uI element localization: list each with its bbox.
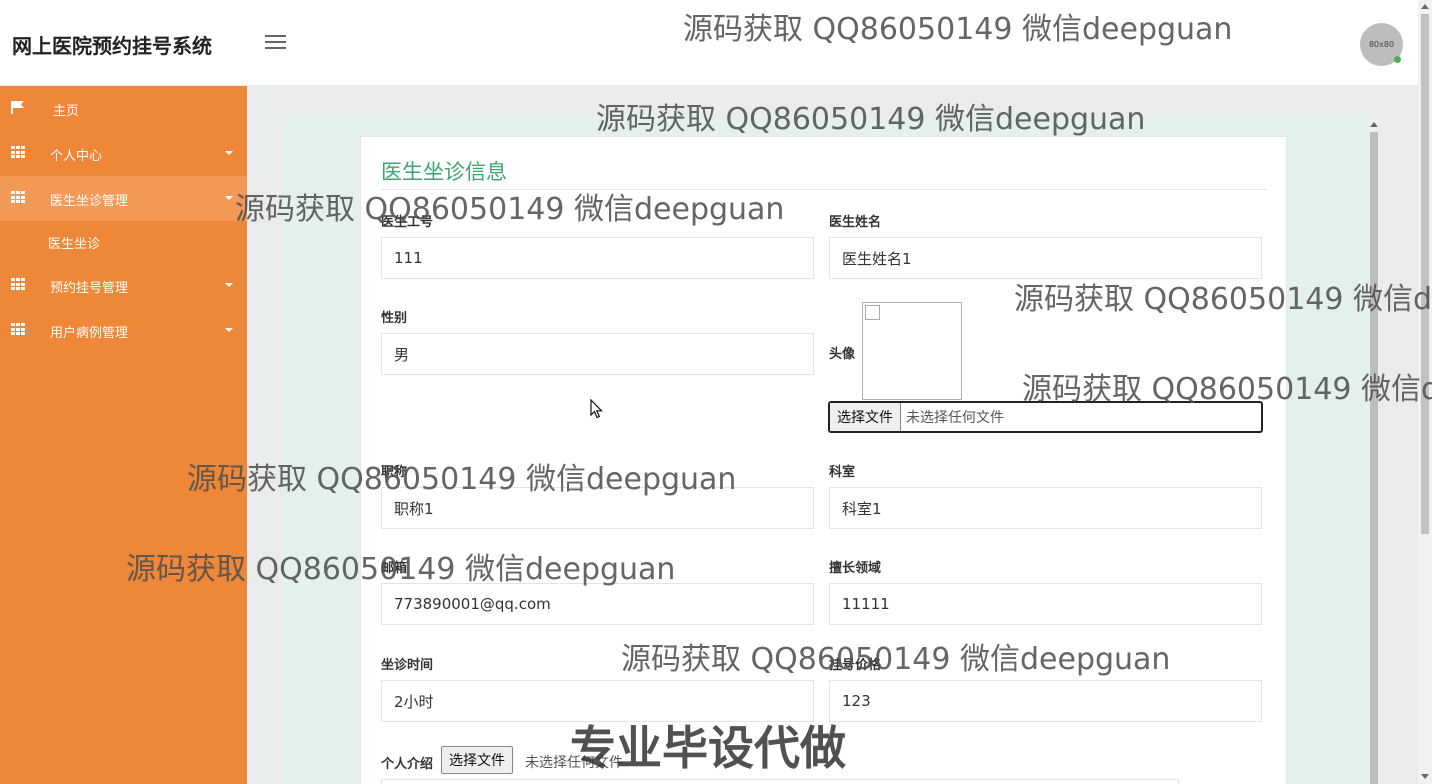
clinic-time-input[interactable] (381, 680, 814, 722)
sidebar-subitem-doctor-clinic[interactable]: 医生坐诊 (0, 221, 247, 263)
doctor-no-label: 医生工号 (381, 215, 434, 230)
doctor-name-label: 医生姓名 (829, 215, 882, 230)
scroll-up-icon[interactable] (1370, 122, 1378, 127)
doctor-no-input[interactable] (381, 237, 814, 279)
page-title: 医生坐诊信息 (381, 160, 507, 184)
choose-file-button[interactable]: 选择文件 (830, 403, 901, 431)
sidebar-item-label: 用户病例管理 (50, 326, 129, 341)
avatar-image-preview (862, 302, 962, 400)
doctor-name-input[interactable] (829, 237, 1262, 279)
chevron-down-icon (225, 196, 233, 200)
price-label: 挂号价格 (829, 658, 882, 673)
price-input[interactable] (829, 680, 1262, 722)
chevron-down-icon (225, 328, 233, 332)
page-scrollbar[interactable] (1418, 0, 1432, 784)
flag-icon (11, 101, 24, 114)
sidebar: 主页 个人中心 医生坐诊管理 医生坐诊 预约挂号管理 用户病例管理 (0, 86, 247, 784)
sidebar-item-personal-center[interactable]: 个人中心 (0, 131, 247, 176)
sidebar-item-home[interactable]: 主页 (0, 86, 247, 131)
sidebar-item-label: 医生坐诊管理 (50, 194, 129, 209)
intro-choose-file-button[interactable]: 选择文件 (441, 746, 513, 774)
avatar-label: 头像 (829, 347, 856, 362)
grid-icon (11, 278, 25, 291)
grid-icon (11, 323, 25, 336)
title-label: 职称 (381, 465, 408, 480)
intro-textarea[interactable] (381, 779, 1179, 784)
sidebar-item-appointment-management[interactable]: 预约挂号管理 (0, 263, 247, 308)
sidebar-item-label: 主页 (53, 104, 80, 119)
broken-image-icon (865, 305, 880, 320)
sidebar-item-label: 预约挂号管理 (50, 281, 129, 296)
online-status-dot (1394, 56, 1401, 63)
sidebar-item-doctor-clinic-management[interactable]: 医生坐诊管理 (0, 176, 247, 221)
email-label: 邮箱 (381, 561, 408, 576)
intro-label: 个人介绍 (381, 757, 434, 772)
file-status-text: 未选择任何文件 (906, 410, 1004, 426)
chevron-down-icon (225, 283, 233, 287)
grid-icon (11, 146, 25, 159)
title-input[interactable] (381, 487, 814, 529)
scroll-up-icon[interactable] (1421, 4, 1429, 9)
department-label: 科室 (829, 465, 856, 480)
grid-icon (11, 191, 25, 204)
app-title: 网上医院预约挂号系统 (12, 34, 212, 58)
specialty-input[interactable] (829, 583, 1262, 625)
gender-input[interactable] (381, 333, 814, 375)
department-input[interactable] (829, 487, 1262, 529)
inner-scrollbar[interactable] (1369, 120, 1379, 784)
mouse-cursor-icon (590, 399, 603, 419)
scroll-down-icon[interactable] (1421, 774, 1429, 779)
sidebar-item-label: 个人中心 (50, 149, 103, 164)
sidebar-item-medical-record-management[interactable]: 用户病例管理 (0, 308, 247, 353)
chevron-down-icon (225, 151, 233, 155)
gender-label: 性别 (381, 311, 408, 326)
scrollbar-thumb[interactable] (1421, 14, 1429, 534)
clinic-time-label: 坐诊时间 (381, 658, 434, 673)
email-input[interactable] (381, 583, 814, 625)
top-bar: 网上医院预约挂号系统 80x80 (0, 0, 1418, 86)
avatar-file-input[interactable]: 选择文件 未选择任何文件 (828, 401, 1263, 433)
divider (381, 189, 1267, 190)
menu-toggle-icon[interactable] (265, 35, 286, 51)
intro-file-status-text: 未选择任何文件 (525, 755, 623, 771)
specialty-label: 擅长领域 (829, 561, 882, 576)
scrollbar-thumb[interactable] (1370, 132, 1378, 784)
